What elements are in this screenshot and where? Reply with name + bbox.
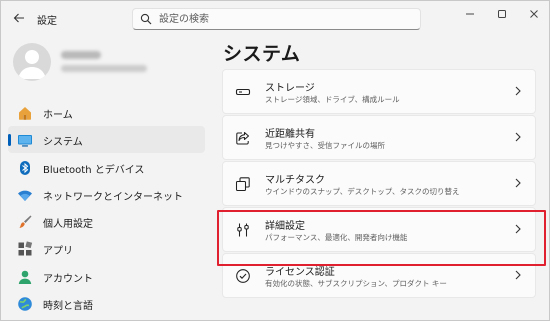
sidebar-item-label: 個人用設定: [43, 219, 93, 231]
avatar: [13, 43, 51, 81]
back-arrow-icon: [13, 13, 24, 23]
sidebar-item-label: アプリ: [43, 246, 73, 258]
user-profile: [13, 43, 203, 83]
sidebar-item-label: ネットワークとインターネット: [43, 191, 183, 203]
brush-icon: [19, 215, 32, 229]
sidebar-item-accounts[interactable]: アカウント: [8, 263, 205, 290]
settings-item-advanced[interactable]: 詳細設定 パフォーマンス、最適化、開発者向け機能: [222, 207, 536, 252]
sidebar-item-home[interactable]: ホーム: [8, 99, 205, 126]
profile-name-redacted: [61, 51, 101, 59]
settings-item-subtitle: 有効化の状態、サブスクリプション、プロダクト キー: [265, 279, 447, 288]
settings-item-subtitle: ストレージ領域、ドライブ、構成ルール: [265, 95, 400, 104]
minimize-icon: [466, 13, 474, 15]
sidebar-item-label: システム: [43, 137, 83, 149]
settings-item-title: 近距離共有: [265, 129, 315, 140]
settings-item-activation[interactable]: ライセンス認証 有効化の状態、サブスクリプション、プロダクト キー: [222, 253, 536, 298]
sidebar-item-time-language[interactable]: 時刻と言語: [8, 290, 205, 317]
title-bar: 設定: [1, 1, 549, 35]
sidebar-item-label: Bluetooth とデバイス: [43, 164, 145, 176]
sidebar-item-label: 時刻と言語: [43, 301, 93, 313]
search-box[interactable]: [132, 8, 421, 30]
sidebar-item-label: アカウント: [43, 273, 93, 285]
home-icon: [19, 107, 31, 120]
settings-item-subtitle: ウインドウのスナップ、デスクトップ、タスクの切り替え: [265, 187, 460, 196]
sidebar-item-label: ホーム: [43, 110, 73, 121]
bluetooth-icon: [20, 160, 30, 175]
sidebar-nav: ホーム システム Bluetooth とデバイス ネットワークとインターネット …: [8, 99, 205, 317]
profile-email-redacted: [61, 65, 147, 72]
app-title: 設定: [37, 16, 57, 27]
close-icon: [530, 10, 538, 18]
page-title: システム: [223, 43, 301, 65]
chevron-right-icon: [515, 224, 521, 234]
activation-icon: [236, 269, 250, 283]
apps-icon: [18, 241, 33, 256]
chevron-right-icon: [515, 86, 521, 96]
settings-item-subtitle: パフォーマンス、最適化、開発者向け機能: [265, 233, 408, 242]
settings-item-title: 詳細設定: [265, 221, 305, 232]
settings-item-title: ライセンス認証: [265, 267, 335, 278]
settings-item-nearby-sharing[interactable]: 近距離共有 見つけやすさ、受信ファイルの場所: [222, 115, 536, 160]
sidebar-item-personalization[interactable]: 個人用設定: [8, 208, 205, 235]
settings-item-title: マルチタスク: [265, 175, 325, 186]
chevron-right-icon: [515, 270, 521, 280]
globe-icon: [18, 297, 32, 311]
minimize-button[interactable]: [455, 3, 485, 25]
search-input[interactable]: [159, 11, 414, 27]
sidebar-item-system[interactable]: システム: [8, 126, 205, 154]
system-icon: [18, 135, 32, 147]
storage-icon: [235, 88, 251, 96]
sidebar-item-apps[interactable]: アプリ: [8, 235, 205, 262]
maximize-button[interactable]: [487, 3, 517, 25]
advanced-settings-icon: [237, 223, 249, 237]
wifi-icon: [18, 190, 32, 201]
settings-item-subtitle: 見つけやすさ、受信ファイルの場所: [265, 141, 385, 150]
share-icon: [236, 131, 250, 145]
close-button[interactable]: [519, 3, 549, 25]
sidebar-item-network[interactable]: ネットワークとインターネット: [8, 181, 205, 208]
settings-item-storage[interactable]: ストレージ ストレージ領域、ドライブ、構成ルール: [222, 69, 536, 114]
settings-item-multitasking[interactable]: マルチタスク ウインドウのスナップ、デスクトップ、タスクの切り替え: [222, 161, 536, 206]
settings-list: ストレージ ストレージ領域、ドライブ、構成ルール 近距離共有 見つけやすさ、受信…: [222, 69, 536, 299]
settings-item-title: ストレージ: [265, 83, 315, 94]
chevron-right-icon: [515, 178, 521, 188]
search-icon: [140, 13, 152, 25]
sidebar-item-bluetooth[interactable]: Bluetooth とデバイス: [8, 154, 205, 181]
multitask-icon: [235, 177, 250, 192]
chevron-right-icon: [515, 132, 521, 142]
account-icon: [18, 270, 32, 284]
back-button[interactable]: [7, 7, 31, 29]
person-icon: [18, 50, 46, 79]
maximize-icon: [498, 10, 506, 18]
